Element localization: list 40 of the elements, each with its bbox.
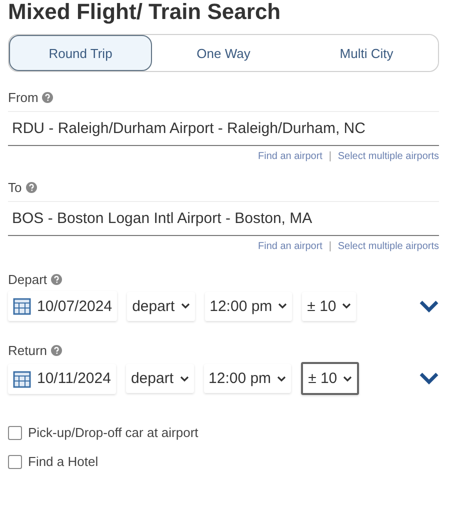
checkbox-label: Find a Hotel xyxy=(28,454,98,469)
help-icon[interactable] xyxy=(42,92,54,103)
calendar-icon[interactable] xyxy=(13,297,31,315)
help-icon[interactable] xyxy=(26,182,37,193)
date-field[interactable]: 10/07/2024 xyxy=(8,291,118,321)
caret-icon xyxy=(343,376,352,382)
caret-icon xyxy=(342,303,352,309)
time-window-select[interactable]: ± 10 xyxy=(301,362,360,395)
checkbox[interactable] xyxy=(8,426,22,440)
caret-icon xyxy=(180,303,190,309)
field-label: From xyxy=(8,90,38,105)
caret-icon xyxy=(278,303,288,309)
date-field[interactable]: 10/11/2024 xyxy=(8,364,116,394)
airport-link[interactable]: Find an airport xyxy=(258,151,322,162)
checkbox[interactable] xyxy=(8,454,22,468)
caret-icon xyxy=(277,376,286,382)
expand-chevron-icon[interactable] xyxy=(419,300,439,312)
location-field[interactable]: RDU - Raleigh/Durham Airport - Raleigh/Durham, NC xyxy=(8,111,439,146)
time-window-select[interactable]: ± 10 xyxy=(302,292,356,320)
expand-chevron-icon[interactable] xyxy=(419,372,439,385)
mode-select[interactable]: depart xyxy=(127,292,195,320)
checkbox-label: Pick-up/Drop-off car at airport xyxy=(28,425,198,440)
help-icon[interactable] xyxy=(51,274,62,285)
caret-icon xyxy=(180,376,189,382)
field-label: Return xyxy=(8,343,48,358)
time-select[interactable]: 12:00 pm xyxy=(204,292,292,320)
link-separator: | xyxy=(328,241,332,252)
field-label: To xyxy=(8,180,22,195)
page-title: Mixed Flight/ Train Search xyxy=(8,0,282,24)
help-icon[interactable] xyxy=(51,345,62,356)
field-label: Depart xyxy=(8,272,48,287)
time-select[interactable]: 12:00 pm xyxy=(204,364,292,393)
airport-link[interactable]: Select multiple airports xyxy=(338,151,439,162)
location-field[interactable]: BOS - Boston Logan Intl Airport - Boston, MA xyxy=(8,201,439,236)
trip-type-tab[interactable]: Round Trip xyxy=(9,35,152,71)
mode-select[interactable]: depart xyxy=(126,364,194,393)
calendar-icon[interactable] xyxy=(13,370,31,388)
link-separator: | xyxy=(328,151,332,162)
airport-link[interactable]: Select multiple airports xyxy=(338,241,439,252)
airport-link[interactable]: Find an airport xyxy=(258,241,322,252)
